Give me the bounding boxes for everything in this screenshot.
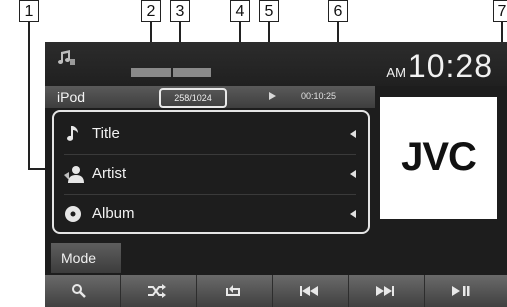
previous-icon: [300, 286, 318, 296]
info-row-label: Title: [92, 125, 120, 142]
next-button[interactable]: [349, 275, 425, 307]
callout-2: 2: [141, 0, 161, 22]
search-icon: [72, 284, 86, 298]
ipod-playback-screen: AM10:28 iPod 258/1024 00:10:25 Title Art…: [45, 42, 507, 307]
status-bar-left: [131, 68, 171, 77]
previous-button[interactable]: [273, 275, 349, 307]
callout-7: 7: [493, 0, 507, 22]
clock: AM10:28: [386, 48, 493, 85]
shuffle-button[interactable]: [121, 275, 197, 307]
album-artwork: JVC: [380, 97, 497, 219]
control-bar: [45, 275, 507, 307]
artist-icon: [64, 165, 86, 188]
expand-arrow-icon[interactable]: [350, 170, 356, 178]
repeat-button[interactable]: [197, 275, 273, 307]
search-button[interactable]: [45, 275, 121, 307]
track-info-panel: Title Artist Album: [52, 110, 370, 234]
info-row-album[interactable]: Album: [64, 196, 356, 234]
callout-4: 4: [230, 0, 250, 22]
info-row-label: Album: [92, 205, 135, 222]
top-bar: AM10:28: [45, 42, 507, 86]
note-icon: [64, 125, 82, 148]
clock-ampm: AM: [386, 65, 406, 80]
expand-arrow-icon[interactable]: [350, 130, 356, 138]
callout-5: 5: [259, 0, 279, 22]
next-icon: [376, 286, 394, 296]
play-pause-button[interactable]: [425, 275, 507, 307]
artwork-logo-text: JVC: [401, 135, 477, 179]
clock-time: 10:28: [407, 48, 493, 84]
source-bar: iPod 258/1024 00:10:25: [45, 86, 375, 108]
play-status-icon: [269, 92, 276, 100]
info-row-title[interactable]: Title: [64, 116, 356, 155]
status-bar-right: [173, 68, 211, 77]
play-pause-icon: [452, 286, 470, 296]
info-row-label: Artist: [92, 165, 127, 182]
callout-3: 3: [170, 0, 190, 22]
info-row-artist[interactable]: Artist: [64, 156, 356, 195]
mode-button[interactable]: Mode: [51, 243, 121, 273]
callout-6: 6: [328, 0, 348, 22]
repeat-icon: [226, 285, 240, 296]
shuffle-icon: [148, 284, 166, 298]
music-source-icon[interactable]: [57, 50, 75, 71]
leader-line-1: [28, 21, 30, 169]
callout-1: 1: [19, 0, 39, 22]
source-label: iPod: [57, 89, 86, 105]
elapsed-time: 00:10:25: [301, 91, 337, 101]
expand-arrow-icon[interactable]: [350, 210, 356, 218]
album-icon: [64, 205, 82, 228]
track-count: 258/1024: [159, 88, 227, 108]
